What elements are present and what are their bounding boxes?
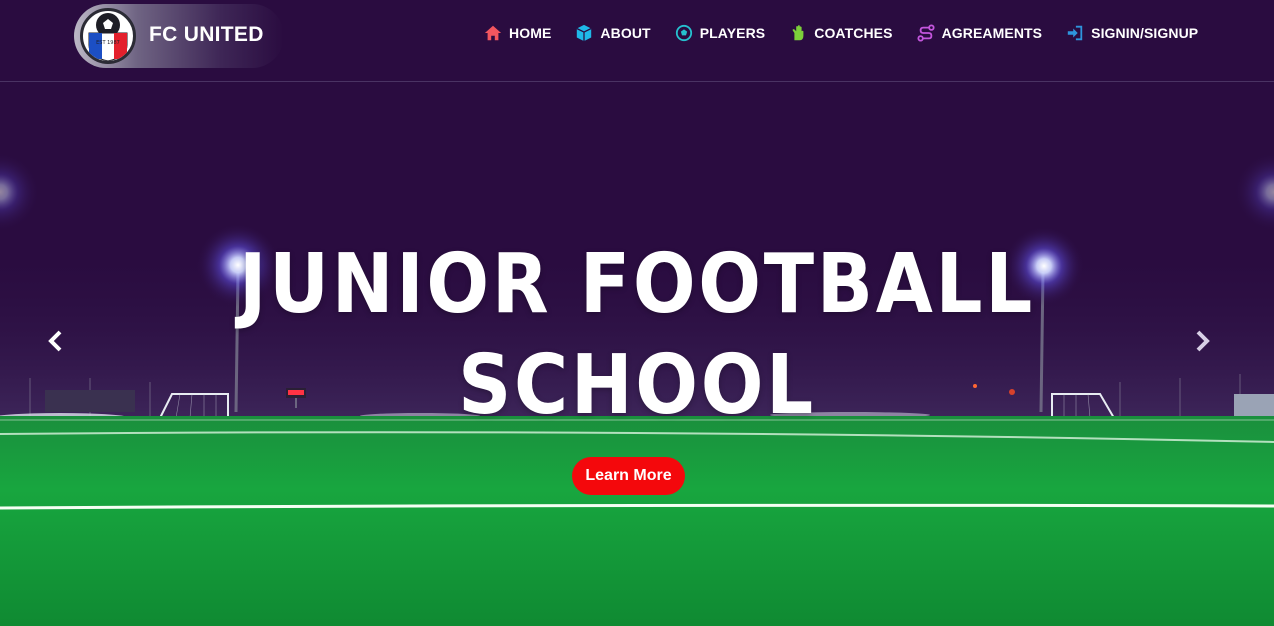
hero-carousel: JUNIOR FOOTBALL SCHOOL Learn More [0, 82, 1274, 626]
nav-label-coaches: COATCHES [814, 25, 893, 41]
carousel-next-button[interactable] [1188, 326, 1216, 356]
chevron-right-icon [1196, 330, 1210, 352]
nav-label-about: ABOUT [600, 25, 651, 41]
site-header: EST 1987 FC UNITED HOME ABOUT PLAYERS CO… [0, 0, 1274, 82]
hero-title-line-1: JUNIOR FOOTBALL [238, 237, 1036, 332]
nav-label-home: HOME [509, 25, 552, 41]
brand-name: FC UNITED [149, 23, 264, 46]
club-crest-logo: EST 1987 [80, 8, 136, 64]
nav-label-players: PLAYERS [699, 25, 766, 41]
soccer-ball-icon [675, 24, 692, 42]
sign-in-icon [1067, 25, 1083, 41]
learn-more-button[interactable]: Learn More [572, 457, 685, 495]
nav-item-players[interactable]: PLAYERS [675, 24, 766, 42]
nav-item-agreements[interactable]: AGREAMENTS [917, 24, 1043, 42]
nav-label-agreements: AGREAMENTS [941, 25, 1043, 41]
crest-text-est: EST 1987 [96, 40, 120, 46]
hero-title-line-2: SCHOOL [458, 338, 816, 433]
main-nav: HOME ABOUT PLAYERS COATCHES AGREAMENTS S… [484, 24, 1198, 42]
home-icon [484, 25, 502, 41]
nav-item-home[interactable]: HOME [484, 24, 551, 42]
chevron-left-icon [48, 330, 62, 352]
hand-icon [792, 25, 804, 41]
cube-icon [576, 24, 592, 42]
route-icon [917, 24, 935, 42]
nav-item-coaches[interactable]: COATCHES [789, 24, 892, 42]
brand[interactable]: EST 1987 FC UNITED [74, 4, 284, 68]
carousel-prev-button[interactable] [42, 326, 70, 356]
nav-item-about[interactable]: ABOUT [575, 24, 651, 42]
nav-item-signin[interactable]: SIGNIN/SIGNUP [1066, 24, 1198, 42]
nav-label-signin: SIGNIN/SIGNUP [1091, 25, 1199, 41]
